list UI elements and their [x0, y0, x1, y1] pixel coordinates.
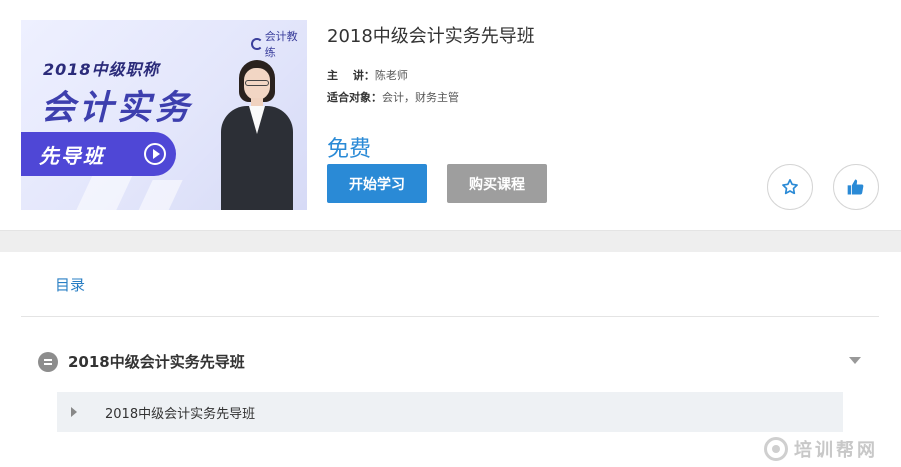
catalog-card: 目录 2018中级会计实务先导班 2018中级会计实务先导班 [0, 252, 901, 467]
like-button[interactable] [833, 164, 879, 210]
chapter-icon [38, 351, 58, 372]
play-arrow-icon [71, 407, 77, 417]
watermark: 培训帮网 [764, 436, 878, 462]
buy-course-button[interactable]: 购买课程 [447, 164, 547, 203]
cover-decoration [67, 170, 135, 210]
audience-value: 会计，财务主管 [382, 91, 459, 104]
logo-ring-icon [251, 38, 263, 50]
star-icon [782, 179, 798, 195]
cover-subtitle: 2018中级职称 [43, 60, 160, 79]
watermark-logo-icon [764, 437, 788, 461]
teacher-photo [217, 60, 297, 210]
course-teacher: 主 讲：陈老师 [327, 67, 408, 83]
chapter-title: 2018中级会计实务先导班 [68, 353, 245, 371]
lesson-title: 2018中级会计实务先导班 [105, 406, 256, 422]
course-audience: 适合对象：会计，财务主管 [327, 89, 459, 105]
audience-label: 适合对象： [327, 91, 382, 104]
divider [21, 316, 879, 317]
course-header-card: 会计教练 2018中级职称 会计实务 先导班 2018中级会计实务先导班 主 讲… [0, 0, 901, 231]
chevron-down-icon[interactable] [849, 357, 861, 364]
teacher-label: 主 讲： [327, 69, 375, 82]
course-cover-image[interactable]: 会计教练 2018中级职称 会计实务 先导班 [21, 20, 307, 210]
cover-title: 会计实务 [41, 88, 193, 128]
cover-logo: 会计教练 [251, 28, 307, 60]
lesson-row[interactable]: 2018中级会计实务先导班 [57, 392, 843, 432]
start-learning-button[interactable]: 开始学习 [327, 164, 427, 203]
course-price: 免费 [327, 137, 372, 162]
chapter-header[interactable]: 2018中级会计实务先导班 [38, 351, 245, 372]
play-circle-icon [144, 143, 166, 165]
teacher-name: 陈老师 [374, 69, 408, 82]
cover-badge: 先导班 [21, 132, 176, 176]
cover-decoration [129, 180, 183, 210]
favorite-button[interactable] [767, 164, 813, 210]
course-title: 2018中级会计实务先导班 [327, 26, 535, 47]
tab-catalog[interactable]: 目录 [55, 274, 85, 295]
thumbs-up-icon [847, 179, 864, 195]
watermark-text: 培训帮网 [794, 440, 878, 461]
